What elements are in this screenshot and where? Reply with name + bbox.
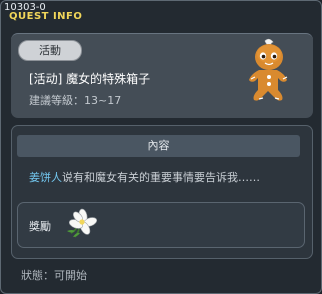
content-description-text: 说有和魔女有关的重要事情要告诉我…… [62, 171, 260, 184]
recommended-level: 建議等級：13~17 [29, 94, 122, 107]
white-flower-icon[interactable] [63, 207, 97, 241]
content-header: 內容 [17, 135, 300, 157]
category-badge: 活動 [18, 40, 82, 61]
reward-box [17, 202, 305, 248]
reward-label: 獎勵 [29, 220, 51, 233]
gingerbread-npc-icon [249, 38, 288, 101]
quest-info-window: 10303-0 QUEST INFO 活動 [活动] 魔女的特殊箱子 建議等級：… [0, 0, 322, 294]
window-title: QUEST INFO [9, 11, 83, 22]
content-description: 姜饼人说有和魔女有关的重要事情要告诉我…… [29, 169, 260, 185]
quest-name: [活动] 魔女的特殊箱子 [29, 72, 151, 86]
npc-name-link[interactable]: 姜饼人 [29, 171, 62, 184]
quest-status: 狀態：可開始 [21, 269, 87, 282]
